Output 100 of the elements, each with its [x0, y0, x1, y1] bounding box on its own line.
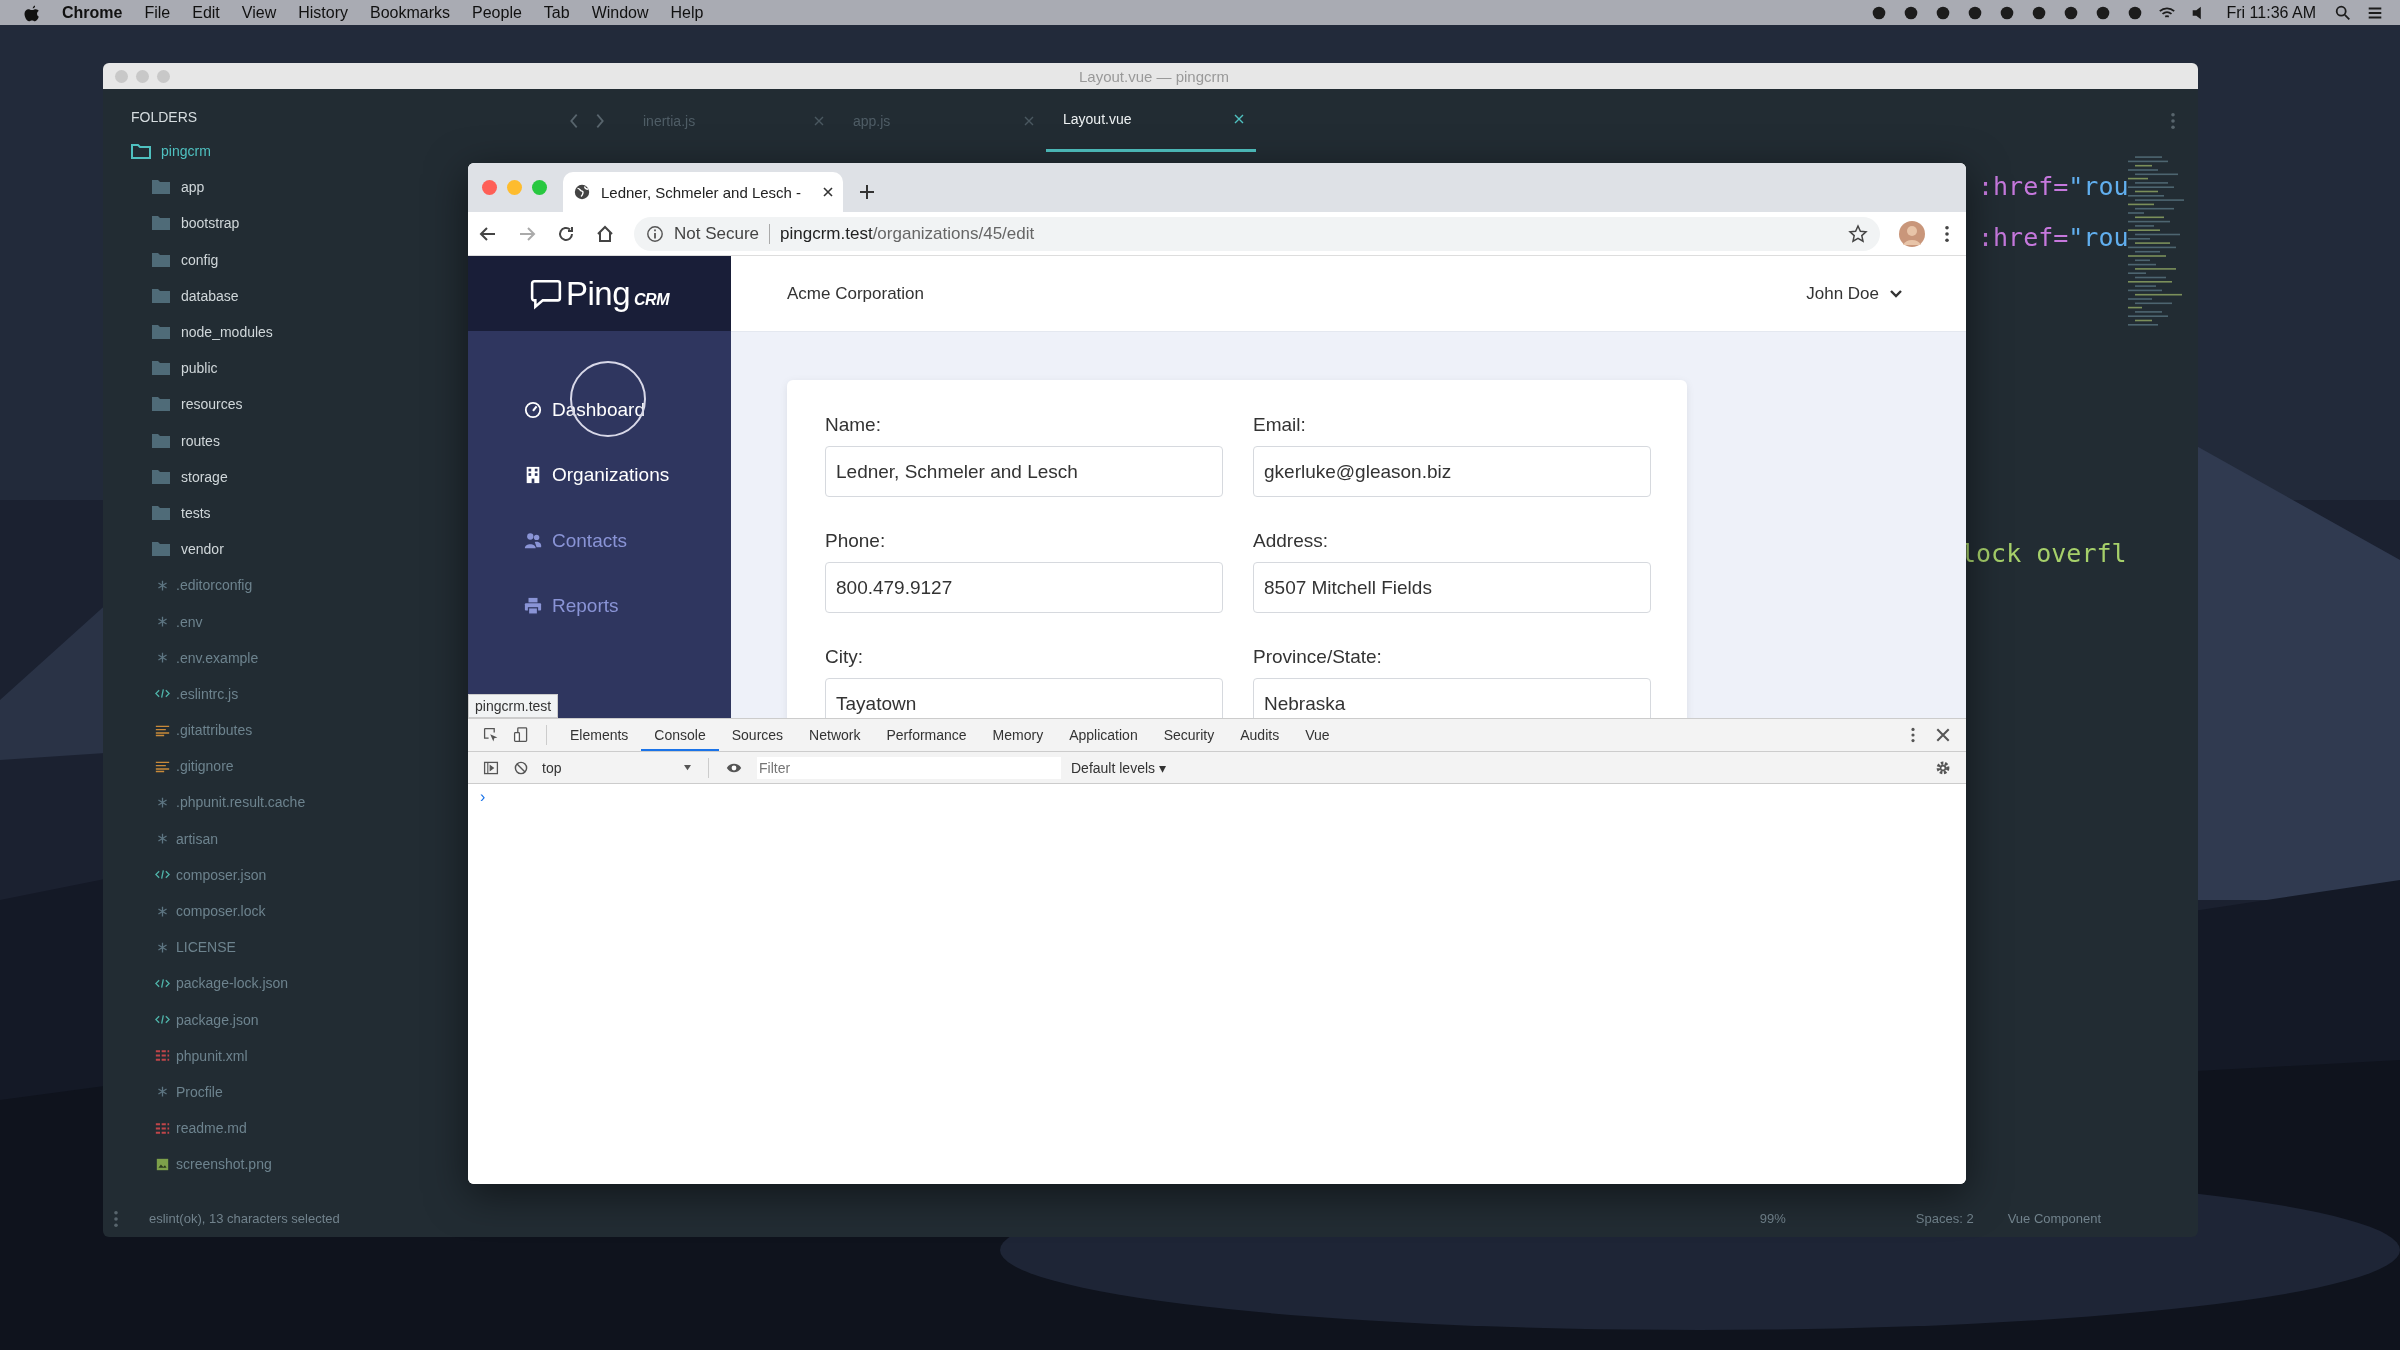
tree-item[interactable]: package-lock.json	[103, 965, 460, 1002]
devtools-tab[interactable]: Application	[1056, 719, 1151, 751]
nav-link[interactable]: Contacts	[524, 508, 731, 574]
tree-item[interactable]: routes	[103, 422, 460, 459]
editor-tab[interactable]: Layout.vue	[1046, 89, 1256, 152]
input-field[interactable]: Nebraska	[1253, 678, 1651, 718]
tree-item[interactable]: phpunit.xml	[103, 1037, 460, 1074]
context-select[interactable]: top	[536, 759, 698, 776]
field-label: Email:	[1253, 414, 1307, 436]
tree-item[interactable]: .eslintrc.js	[103, 675, 460, 712]
close-icon[interactable]	[1935, 727, 1951, 743]
tree-item[interactable]: .gitattributes	[103, 712, 460, 749]
syntax-setting[interactable]: Vue Component	[2007, 1211, 2102, 1226]
code-line: lock overfl	[1961, 539, 2128, 569]
console-prompt[interactable]: ›	[480, 788, 486, 805]
menu-item[interactable]: View	[241, 3, 277, 22]
field-label: Phone:	[825, 530, 887, 552]
input-field[interactable]: gkerluke@gleason.biz	[1253, 446, 1651, 497]
tree-item[interactable]: composer.lock	[103, 892, 460, 930]
tree-item[interactable]: config	[103, 241, 460, 278]
close-icon[interactable]	[823, 187, 833, 197]
tree-item[interactable]: .gitignore	[103, 748, 460, 785]
devtools-tab[interactable]: Audits	[1227, 719, 1293, 751]
tree-item[interactable]: tests	[103, 494, 460, 532]
filter-field[interactable]: Filter	[757, 756, 1061, 779]
devtools-tab[interactable]: Security	[1150, 719, 1228, 751]
browser-tab[interactable]: Ledner, Schmeler and Lesch -	[563, 172, 843, 212]
log-levels-dropdown[interactable]: Default levels ▾	[1071, 759, 1166, 776]
user-menu[interactable]: John Doe	[1806, 283, 1903, 304]
input-field[interactable]: 8507 Mitchell Fields	[1253, 562, 1651, 613]
asterisk-icon	[155, 651, 170, 665]
input-field[interactable]: Ledner, Schmeler and Lesch	[825, 446, 1223, 497]
more-icon[interactable]	[1944, 224, 1950, 243]
menu-item[interactable]: File	[144, 3, 171, 22]
image-icon	[155, 1157, 170, 1171]
devtools-tab[interactable]: Elements	[557, 719, 642, 751]
app-menu[interactable]: Chrome	[62, 3, 123, 22]
lines-icon	[155, 1049, 170, 1063]
menu-item[interactable]: Bookmarks	[370, 3, 450, 22]
tree-item[interactable]: bootstrap	[103, 205, 460, 242]
tree-item[interactable]: app	[103, 169, 460, 206]
nav-link[interactable]: Reports	[524, 573, 731, 639]
tree-item[interactable]: Procfile	[103, 1073, 460, 1111]
tree-item[interactable]: resources	[103, 386, 460, 423]
tree-item[interactable]: .phpunit.result.cache	[103, 784, 460, 821]
devtools-tab[interactable]: Vue	[1292, 719, 1343, 751]
devtools-tab[interactable]: Network	[796, 719, 874, 751]
sidebar-toggle-icon[interactable]	[483, 759, 499, 776]
devtools-tab[interactable]: Sources	[718, 719, 797, 751]
devtools-tab[interactable]: Performance	[873, 719, 980, 751]
address-bar[interactable]: Not Secure pingcrm.test/organizations/45/edit	[634, 216, 1880, 251]
asterisk-icon	[155, 615, 170, 629]
tree-item[interactable]: LICENSE	[103, 929, 460, 966]
tree-item[interactable]: database	[103, 277, 460, 314]
input-field[interactable]: Tayatown	[825, 678, 1223, 718]
new-tab-icon[interactable]	[859, 184, 875, 200]
clock[interactable]: Fri 11:36 AM	[2226, 3, 2316, 22]
tree-item[interactable]: node_modules	[103, 313, 460, 351]
tree-item[interactable]: .env.example	[103, 639, 460, 676]
menu-item[interactable]: Tab	[543, 3, 570, 22]
tree-item[interactable]: composer.json	[103, 856, 460, 893]
users-icon	[524, 531, 542, 550]
gauge-icon	[524, 400, 542, 419]
folder-icon	[151, 396, 171, 413]
caret-icon	[683, 764, 692, 771]
tree-item[interactable]: vendor	[103, 531, 460, 568]
tree-item[interactable]: screenshot.png	[103, 1146, 460, 1183]
tree-item[interactable]: public	[103, 350, 460, 387]
home-icon[interactable]	[595, 223, 615, 244]
tree-item[interactable]: artisan	[103, 820, 460, 857]
apple-icon[interactable]	[24, 3, 40, 22]
tree-item[interactable]: storage	[103, 458, 460, 495]
settings-icon[interactable]	[1935, 759, 1951, 776]
field-label: Name:	[825, 414, 882, 436]
menu-item[interactable]: Window	[591, 3, 649, 22]
nav-link[interactable]: Organizations	[524, 442, 731, 508]
globe-icon	[573, 183, 591, 201]
avatar-icon[interactable]	[1899, 220, 1925, 247]
devtools-tab[interactable]: Memory	[979, 719, 1057, 751]
folder-icon	[151, 215, 171, 232]
clear-icon[interactable]	[513, 759, 529, 776]
search-icon[interactable]	[2334, 3, 2352, 22]
code-line: :href="rou	[1978, 172, 2130, 202]
tree-item[interactable]: pingcrm	[103, 133, 460, 170]
menu-item[interactable]: People	[472, 3, 522, 22]
window-title: Layout.vue — pingcrm	[1078, 67, 1231, 85]
tree-item[interactable]: package.json	[103, 1001, 460, 1038]
menu-item[interactable]: History	[298, 3, 348, 22]
close-icon[interactable]	[1234, 114, 1244, 124]
tree-item[interactable]: .env	[103, 603, 460, 640]
tree-item[interactable]: readme.md	[103, 1110, 460, 1147]
folder-icon	[151, 324, 171, 341]
inspect-icon[interactable]	[483, 727, 499, 743]
input-field[interactable]: 800.479.9127	[825, 562, 1223, 613]
menu-item[interactable]: Help	[670, 3, 704, 22]
star-icon[interactable]	[1848, 223, 1868, 244]
device-icon[interactable]	[513, 727, 529, 743]
menu-item[interactable]: Edit	[192, 3, 220, 22]
folder-icon	[151, 468, 171, 485]
tree-item[interactable]: .editorconfig	[103, 567, 460, 604]
